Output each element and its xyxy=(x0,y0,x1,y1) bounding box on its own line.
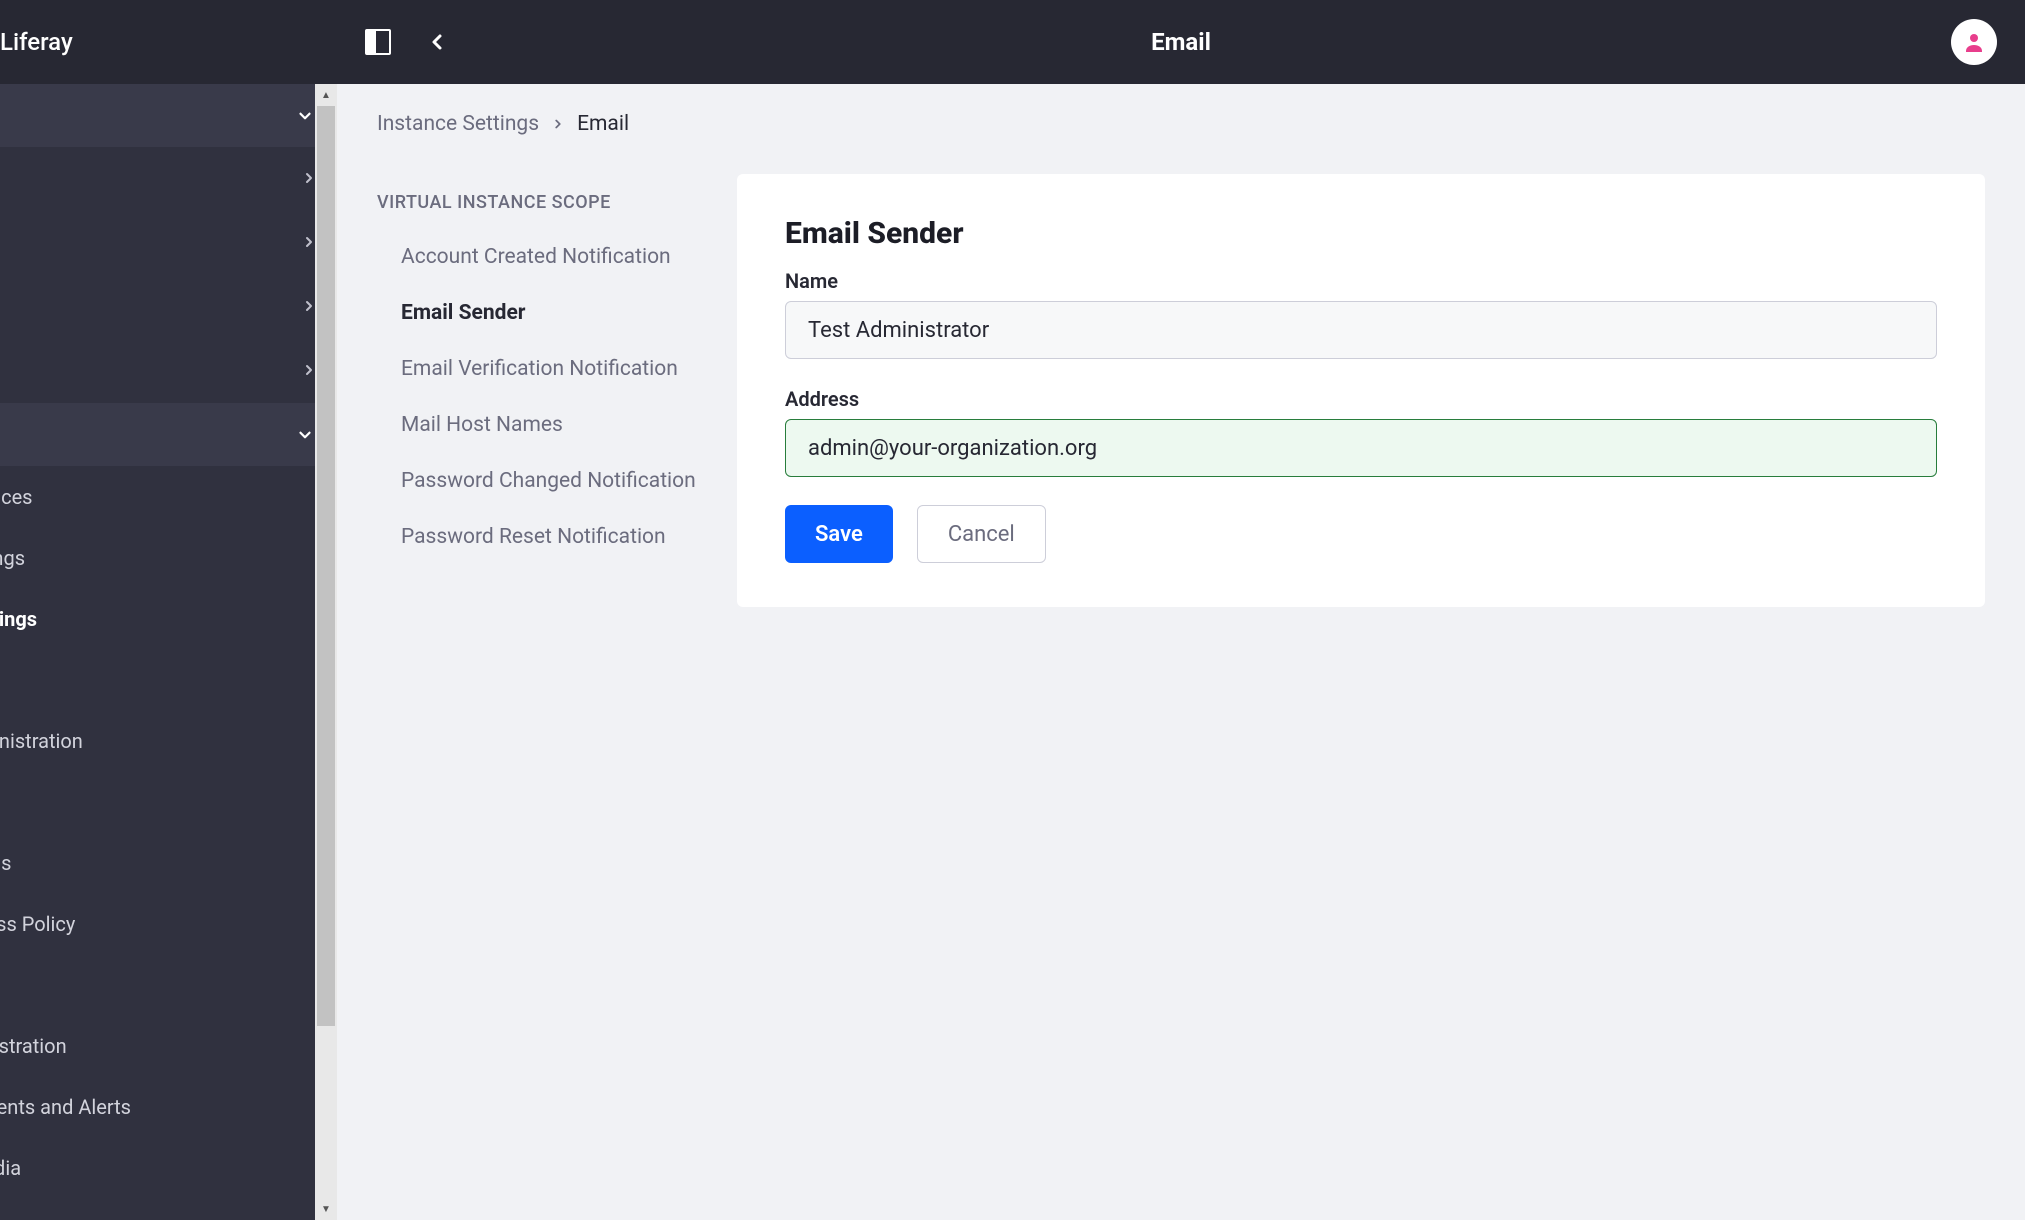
breadcrumb: Instance Settings Email xyxy=(377,112,737,136)
cancel-button[interactable]: Cancel xyxy=(917,505,1046,563)
sidebar-collapsed-item[interactable] xyxy=(0,147,337,211)
scope-item[interactable]: Password Changed Notification xyxy=(377,469,737,493)
scope-item-label: Account Created Notification xyxy=(401,245,671,269)
sidebar-item-label: Administration xyxy=(0,1034,67,1058)
sidebar-item[interactable]: l Instances xyxy=(0,466,337,527)
sidebar-item-label: uncements and Alerts xyxy=(0,1095,131,1119)
content-right: Email Sender Name Address Save Cancel xyxy=(737,84,2025,1220)
scope-item-label: Mail Host Names xyxy=(401,413,563,437)
sidebar-item[interactable]: onents xyxy=(0,649,337,710)
brand-title[interactable]: Liferay xyxy=(0,0,337,84)
sidebar-item[interactable]: n xyxy=(0,771,337,832)
sidebar-item-label: m Fields xyxy=(0,851,12,875)
brand-text: Liferay xyxy=(0,28,73,56)
sidebar-content: Panel s xyxy=(0,84,337,1198)
scope-item-email-sender[interactable]: Email Sender xyxy=(377,301,737,325)
name-label: Name xyxy=(785,269,1937,293)
sidebar-collapsed-item[interactable] xyxy=(0,275,337,339)
sidebar-item[interactable]: e Access Policy xyxy=(0,893,337,954)
user-icon xyxy=(1962,30,1986,54)
sidebar-item-label: e Access Policy xyxy=(0,912,75,936)
scope-item-label: Email Sender xyxy=(401,301,525,325)
chevron-down-icon xyxy=(293,423,317,447)
scope-item-label: Password Reset Notification xyxy=(401,525,666,549)
field-address: Address xyxy=(785,387,1937,477)
avatar[interactable] xyxy=(1951,19,1997,65)
sidebar-item[interactable]: uncements and Alerts xyxy=(0,1076,337,1137)
scope-item[interactable]: Email Verification Notification xyxy=(377,357,737,381)
breadcrumb-parent[interactable]: Instance Settings xyxy=(377,112,539,136)
sidebar-section-panel[interactable]: Panel xyxy=(0,84,337,147)
sidebar-scrollbar[interactable]: ▲ ▼ xyxy=(315,84,337,1220)
page-title: Email xyxy=(1151,28,1211,56)
form-actions: Save Cancel xyxy=(785,505,1937,563)
sidebar-item-label: n Settings xyxy=(0,546,25,570)
scroll-down-icon[interactable]: ▼ xyxy=(315,1198,337,1220)
sidebar-item-instance-settings[interactable]: ce Settings xyxy=(0,588,337,649)
sidebar-item-label: ive Media xyxy=(0,1156,21,1180)
panel-toggle-icon[interactable] xyxy=(365,29,391,55)
save-button[interactable]: Save xyxy=(785,505,893,563)
sidebar-item[interactable]: n Settings xyxy=(0,527,337,588)
scroll-track[interactable] xyxy=(315,106,337,1198)
sidebar-item-label: ce Settings xyxy=(0,607,37,631)
scroll-up-icon[interactable]: ▲ xyxy=(315,84,337,106)
address-input[interactable] xyxy=(785,419,1937,477)
sidebar-item[interactable]: ive Media xyxy=(0,1137,337,1198)
topbar: Email xyxy=(337,0,2025,84)
back-button[interactable] xyxy=(425,30,449,54)
scope-item[interactable]: Password Reset Notification xyxy=(377,525,737,549)
topbar-left xyxy=(365,29,449,55)
scope-heading: VIRTUAL INSTANCE SCOPE xyxy=(377,192,737,213)
address-label: Address xyxy=(785,387,1937,411)
form-heading: Email Sender xyxy=(785,216,1937,251)
chevron-right-icon xyxy=(551,117,565,131)
sidebar-item-label: 2 Administration xyxy=(0,729,83,753)
sidebar-item[interactable]: m Fields xyxy=(0,832,337,893)
sidebar-collapsed-item[interactable] xyxy=(0,339,337,403)
scope-item-label: Password Changed Notification xyxy=(401,469,696,493)
sidebar-collapsed-item[interactable]: s xyxy=(0,211,337,275)
form-card: Email Sender Name Address Save Cancel xyxy=(737,174,1985,607)
sidebar-item[interactable]: Shell xyxy=(0,954,337,1015)
field-name: Name xyxy=(785,269,1937,359)
scroll-thumb[interactable] xyxy=(317,106,335,1026)
sidebar: Liferay Panel s xyxy=(0,0,337,1220)
scope-item[interactable]: Account Created Notification xyxy=(377,245,737,269)
chevron-down-icon xyxy=(293,104,317,128)
sidebar-item[interactable]: 2 Administration xyxy=(0,710,337,771)
content: Instance Settings Email VIRTUAL INSTANCE… xyxy=(337,84,2025,1220)
breadcrumb-current: Email xyxy=(577,112,629,136)
main-area: Email Instance Settings Email VIRTUAL IN… xyxy=(337,0,2025,1220)
scope-item[interactable]: Mail Host Names xyxy=(377,413,737,437)
sidebar-item-label: l Instances xyxy=(0,485,33,509)
sidebar-item[interactable]: Administration xyxy=(0,1015,337,1076)
content-left: Instance Settings Email VIRTUAL INSTANCE… xyxy=(337,84,737,1220)
scope-item-label: Email Verification Notification xyxy=(401,357,678,381)
sidebar-section-ration[interactable]: ration xyxy=(0,403,337,466)
name-input[interactable] xyxy=(785,301,1937,359)
